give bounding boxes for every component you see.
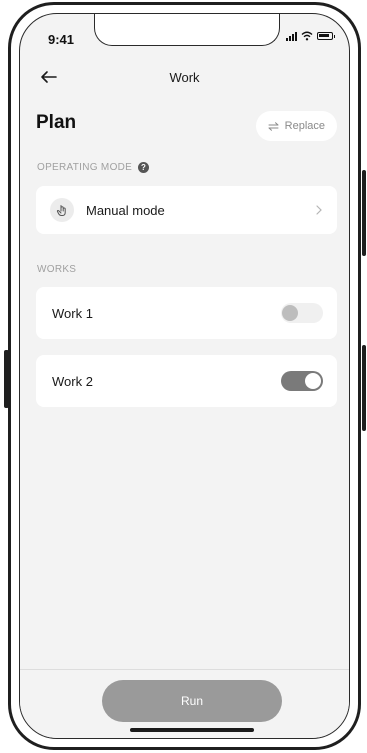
work-2-toggle[interactable]	[281, 371, 323, 391]
toggle-knob	[282, 305, 298, 321]
swap-icon	[268, 121, 279, 131]
bottom-bar: Run	[20, 669, 349, 738]
operating-mode-label: OPERATING MODE	[37, 162, 133, 173]
replace-label: Replace	[284, 120, 325, 132]
side-button-right-lower	[362, 345, 366, 431]
replace-button[interactable]: Replace	[255, 111, 337, 141]
status-time: 9:41	[48, 32, 75, 47]
device-stage: 9:41 Work Plan Replace OPERATING MODE ? …	[0, 0, 367, 753]
work-item-1: Work 1	[36, 287, 337, 339]
operating-mode-selector[interactable]: Manual mode	[36, 186, 337, 234]
plan-heading: Plan	[36, 112, 77, 133]
work-1-toggle[interactable]	[281, 303, 323, 323]
page-title: Work	[169, 70, 200, 85]
work-2-label: Work 2	[52, 373, 93, 389]
operating-mode-section-label: OPERATING MODE ?	[37, 162, 150, 173]
work-item-2: Work 2	[36, 355, 337, 407]
manual-mode-label: Manual mode	[86, 202, 165, 218]
phone-frame: 9:41 Work Plan Replace OPERATING MODE ? …	[8, 2, 361, 750]
cellular-signal-icon	[286, 31, 297, 41]
works-section-label: WORKS	[37, 264, 77, 275]
wifi-icon	[301, 31, 313, 41]
notch	[94, 14, 280, 46]
screen: 9:41 Work Plan Replace OPERATING MODE ? …	[19, 13, 350, 739]
hand-pointer-icon	[50, 198, 74, 222]
help-icon[interactable]: ?	[138, 162, 150, 173]
home-indicator[interactable]	[130, 728, 254, 732]
toggle-knob	[305, 373, 321, 389]
work-1-label: Work 1	[52, 305, 93, 321]
side-button-right-upper	[362, 170, 366, 256]
status-icons	[286, 31, 335, 41]
chevron-right-icon	[316, 205, 322, 215]
run-button[interactable]: Run	[102, 680, 282, 722]
battery-icon	[317, 32, 335, 40]
